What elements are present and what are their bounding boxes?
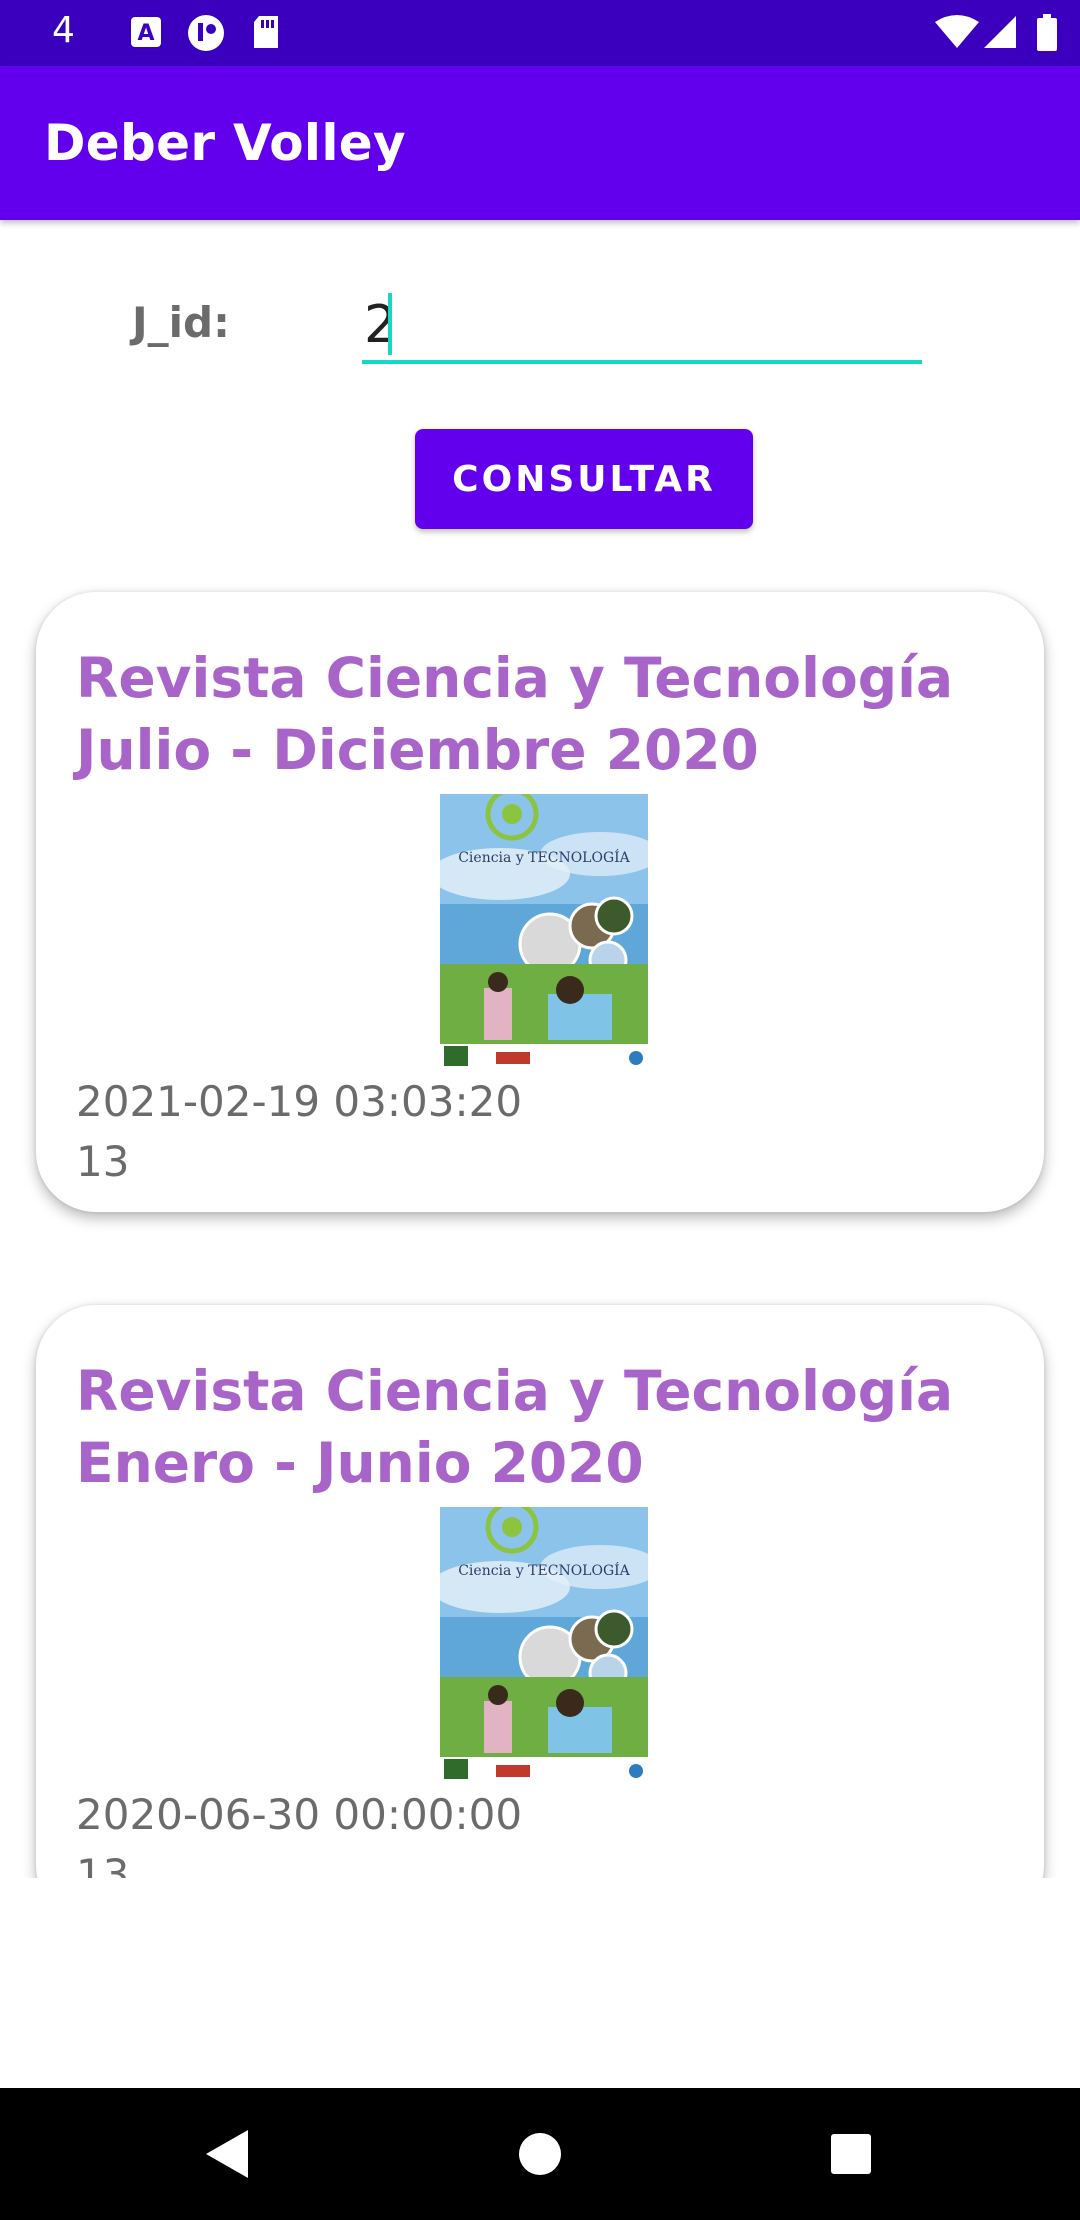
jid-label: J_id: <box>132 298 230 347</box>
card-date: 2020-06-30 00:00:00 <box>76 1790 523 1839</box>
list-item[interactable]: Revista Ciencia y Tecnología Enero - Jun… <box>36 1305 1044 1878</box>
record-icon <box>186 14 226 56</box>
card-count: 13 <box>76 1137 130 1186</box>
cover-text: Ciencia y TECNOLOGÍA <box>458 1561 630 1579</box>
home-icon[interactable] <box>517 2126 563 2186</box>
a-notification-icon: A <box>128 14 164 54</box>
svg-text:A: A <box>137 21 154 46</box>
status-time: 4 <box>52 10 75 51</box>
battery-icon <box>1036 14 1058 56</box>
cover-text: Ciencia y TECNOLOGÍA <box>458 848 630 866</box>
wifi-icon <box>934 14 980 54</box>
signal-icon <box>982 14 1018 54</box>
app-bar: Deber Volley <box>0 66 1080 220</box>
card-title: Revista Ciencia y Tecnología Enero - Jun… <box>76 1359 954 1495</box>
card-title: Revista Ciencia y Tecnología Julio - Dic… <box>76 646 954 782</box>
magazine-cover-image: Ciencia y TECNOLOGÍA <box>440 1507 648 1781</box>
back-icon[interactable] <box>202 2126 252 2186</box>
sd-card-icon <box>250 14 282 54</box>
recents-icon[interactable] <box>828 2126 874 2186</box>
app-title: Deber Volley <box>44 114 406 172</box>
magazine-cover-image: Ciencia y TECNOLOGÍA <box>440 794 648 1068</box>
list-item[interactable]: Revista Ciencia y Tecnología Julio - Dic… <box>36 592 1044 1212</box>
card-date: 2021-02-19 03:03:20 <box>76 1077 523 1126</box>
jid-input[interactable] <box>362 290 922 364</box>
text-cursor <box>388 293 392 355</box>
card-count: 13 <box>76 1850 130 1878</box>
consultar-button[interactable]: CONSULTAR <box>415 429 753 529</box>
status-bar: 4 A <box>0 0 1080 66</box>
navigation-bar <box>0 2088 1080 2220</box>
results-list[interactable]: Revista Ciencia y Tecnología Julio - Dic… <box>0 570 1080 1878</box>
